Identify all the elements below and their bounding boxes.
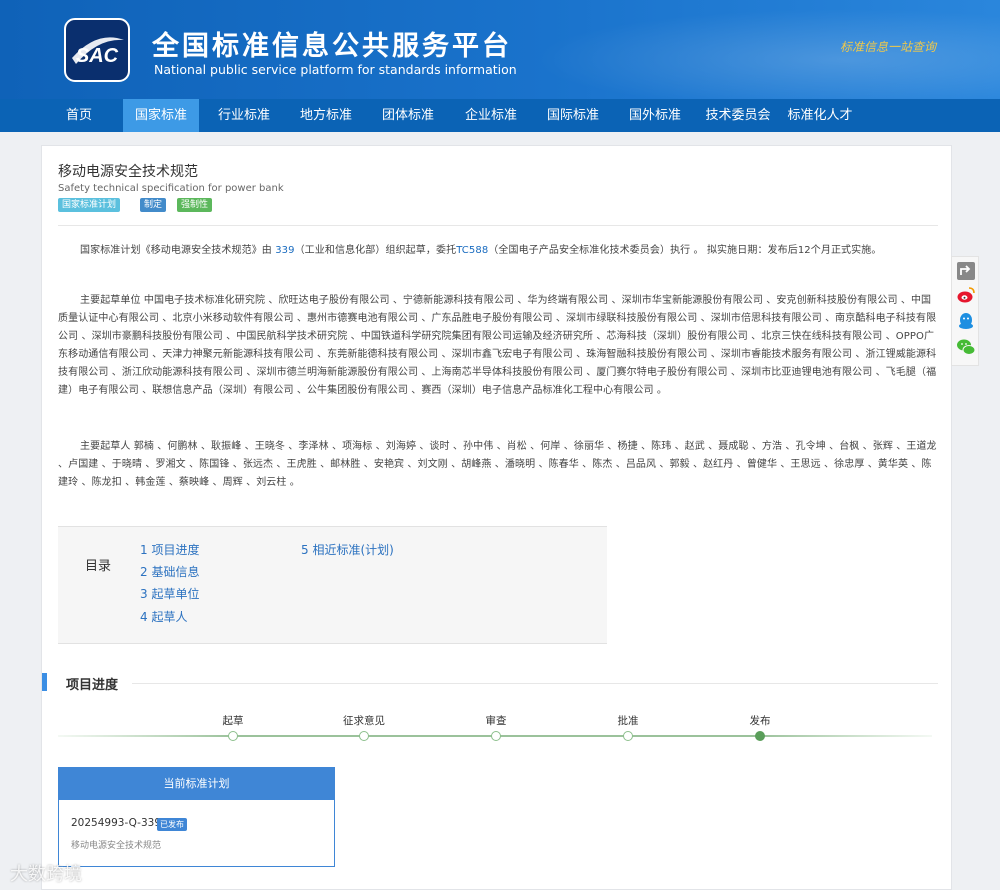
drafters: 主要起草人 郭楠 、何鹏林 、耿振峰 、王晓冬 、李泽林 、项海标 、刘海婷 、… [58, 441, 937, 488]
tag-plan-type: 国家标准计划 [58, 198, 121, 212]
status-badge: 已发布 [157, 818, 187, 831]
header-slogan: 标准信息一站查询 [840, 40, 937, 54]
toc-item-basic-info[interactable]: 2 基础信息 [140, 563, 199, 580]
nav-international-standards[interactable]: 国际标准 [537, 99, 609, 132]
step-label-draft: 起草 [222, 715, 244, 727]
qq-icon[interactable] [956, 311, 976, 331]
plan-name: 移动电源安全技术规范 [71, 841, 162, 851]
card-header: 当前标准计划 [59, 768, 334, 800]
standard-title: 移动电源安全技术规范 [58, 164, 198, 180]
site-title: 全国标准信息公共服务平台 [152, 31, 512, 62]
weibo-icon[interactable] [956, 285, 976, 305]
org-link-339[interactable]: 339 [275, 245, 294, 256]
wechat-icon[interactable] [956, 337, 976, 357]
nav-home[interactable]: 首页 [57, 99, 101, 132]
table-of-contents: 目录 1 项目进度 2 基础信息 3 起草单位 4 起草人 5 相近标准(计划) [58, 526, 607, 644]
intro-text: （全国电子产品安全标准化技术委员会）执行 。 拟实施日期：发布后12个月正式实施… [488, 245, 882, 256]
sac-logo[interactable]: SAC [64, 18, 130, 82]
intro-text: （工业和信息化部）组织起草，委托 [294, 245, 457, 256]
nav-group-standards[interactable]: 团体标准 [372, 99, 444, 132]
step-dot [228, 731, 238, 741]
tag-mandatory: 强制性 [177, 198, 213, 212]
toc-item-drafters[interactable]: 4 起草人 [140, 608, 187, 625]
step-dot [491, 731, 501, 741]
plan-code[interactable]: 20254993-Q-339 [71, 817, 161, 829]
nav-enterprise-standards[interactable]: 企业标准 [455, 99, 527, 132]
nav-industry-standards[interactable]: 行业标准 [208, 99, 280, 132]
toc-item-progress[interactable]: 1 项目进度 [140, 541, 199, 558]
step-dot-current [755, 731, 765, 741]
nav-national-standards[interactable]: 国家标准 [123, 99, 199, 132]
divider [58, 225, 938, 226]
step-dot [623, 731, 633, 741]
watermark: 大数跨境 [10, 864, 82, 885]
step-label-approval: 批准 [617, 715, 639, 727]
nav-standardization-talent[interactable]: 标准化人才 [782, 99, 858, 132]
nav-local-standards[interactable]: 地方标准 [290, 99, 362, 132]
intro-text: 国家标准计划《移动电源安全技术规范》由 [80, 245, 276, 256]
share-icon[interactable] [956, 261, 976, 281]
share-sidebar [951, 256, 979, 366]
nav-foreign-standards[interactable]: 国外标准 [619, 99, 691, 132]
step-label-review: 审查 [485, 715, 507, 727]
current-plan-card[interactable]: 当前标准计划 20254993-Q-339 已发布 移动电源安全技术规范 [58, 767, 335, 867]
section-accent-bar [42, 673, 47, 691]
standard-detail-panel: 移动电源安全技术规范 Safety technical specificatio… [41, 145, 952, 890]
nav-tech-committees[interactable]: 技术委员会 [700, 99, 776, 132]
site-subtitle: National public service platform for sta… [154, 62, 517, 77]
site-header: SAC 全国标准信息公共服务平台 National public service… [0, 0, 1000, 99]
tag-formulation: 制定 [140, 198, 167, 212]
step-dot [359, 731, 369, 741]
committee-link-tc588[interactable]: TC588 [456, 245, 488, 256]
divider [132, 683, 938, 684]
standard-title-en: Safety technical specification for power… [58, 183, 284, 194]
toc-item-drafting-units[interactable]: 3 起草单位 [140, 585, 199, 602]
toc-item-similar-standards[interactable]: 5 相近标准(计划) [301, 541, 394, 558]
progress-section-title: 项目进度 [66, 678, 119, 693]
logo-text: SAC [76, 45, 119, 67]
intro-paragraph: 国家标准计划《移动电源安全技术规范》由 339（工业和信息化部）组织起草，委托T… [58, 242, 938, 260]
main-nav: 首页 国家标准 行业标准 地方标准 团体标准 企业标准 国际标准 国外标准 技术… [0, 99, 1000, 132]
step-label-release: 发布 [749, 715, 771, 727]
drafting-units: 主要起草单位 中国电子技术标准化研究院 、欣旺达电子股份有限公司 、宁德新能源科… [58, 295, 937, 396]
step-label-consultation: 征求意见 [343, 715, 385, 727]
toc-label: 目录 [85, 559, 112, 574]
